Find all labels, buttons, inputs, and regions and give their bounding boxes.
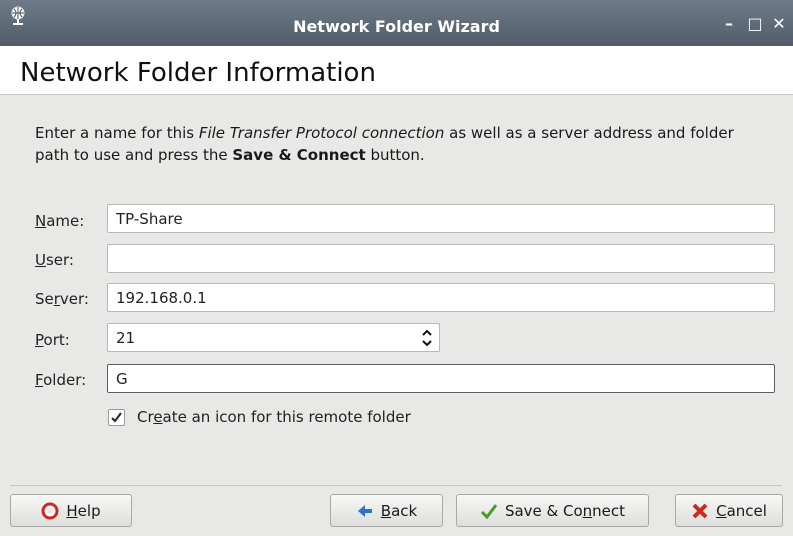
user-label: User: (35, 251, 74, 269)
name-field[interactable] (107, 204, 775, 233)
folder-field[interactable] (107, 364, 775, 393)
name-label: Name: (35, 212, 84, 230)
port-label-mnemonic: P (35, 331, 44, 349)
port-label: Port: (35, 331, 70, 349)
left-arrow-icon (356, 502, 374, 520)
port-label-rest: ort: (43, 331, 70, 349)
intro-protocol: File Transfer Protocol connection (198, 124, 445, 142)
save-connect-button[interactable]: Save & Connect (456, 494, 649, 527)
create-icon-label-rest: ate an icon for this remote folder (162, 408, 411, 426)
help-label: elp (77, 501, 101, 520)
folder-label-mnemonic: F (35, 371, 44, 389)
wizard-header: Network Folder Information (0, 46, 793, 95)
server-label: Server: (35, 290, 89, 308)
cancel-button[interactable]: Cancel (675, 494, 783, 527)
cancel-label: ancel (726, 501, 767, 520)
lifebuoy-icon (41, 502, 59, 520)
maximize-icon[interactable]: □ (746, 14, 764, 34)
port-stepper[interactable] (107, 323, 440, 352)
folder-label-rest: older: (43, 371, 87, 389)
spin-updown-icon[interactable] (420, 327, 434, 349)
back-label: ack (391, 501, 418, 520)
create-icon-label-pre: Cr (137, 408, 154, 426)
red-x-icon (691, 502, 709, 520)
intro-button-ref: Save & Connect (232, 146, 366, 164)
server-label-pre: Se (35, 290, 54, 308)
help-button[interactable]: Help (10, 494, 132, 527)
user-label-mnemonic: U (35, 251, 46, 269)
close-icon[interactable]: ✕ (770, 14, 788, 34)
save-connect-label: Save & Co (504, 501, 583, 520)
name-label-mnemonic: N (35, 212, 47, 230)
server-label-rest: ver: (59, 290, 89, 308)
checkmark-icon (111, 412, 122, 423)
intro-part1: Enter a name for this (35, 124, 199, 142)
back-mnemonic: B (380, 501, 392, 520)
minimize-icon[interactable]: – (720, 14, 738, 34)
folder-label: Folder: (35, 371, 86, 389)
back-button[interactable]: Back (330, 494, 443, 527)
button-separator (10, 485, 782, 486)
server-field[interactable] (107, 283, 775, 312)
help-mnemonic: H (66, 501, 78, 520)
intro-part3: button. (365, 146, 425, 164)
window-title: Network Folder Wizard (293, 17, 500, 36)
page-title: Network Folder Information (20, 58, 376, 88)
name-label-rest: ame: (46, 212, 85, 230)
user-label-rest: ser: (45, 251, 74, 269)
create-icon-checkbox[interactable] (108, 409, 125, 426)
create-icon-label[interactable]: Create an icon for this remote folder (137, 408, 411, 426)
save-connect-mnemonic: n (582, 501, 593, 520)
wizard-content: Enter a name for this File Transfer Prot… (0, 95, 793, 536)
user-field[interactable] (107, 244, 775, 273)
save-connect-label-rest: nect (592, 501, 626, 520)
cancel-mnemonic: C (716, 501, 727, 520)
create-icon-label-mnemonic: e (153, 408, 163, 426)
checkmark-icon (480, 502, 498, 520)
intro-text: Enter a name for this File Transfer Prot… (35, 122, 765, 166)
